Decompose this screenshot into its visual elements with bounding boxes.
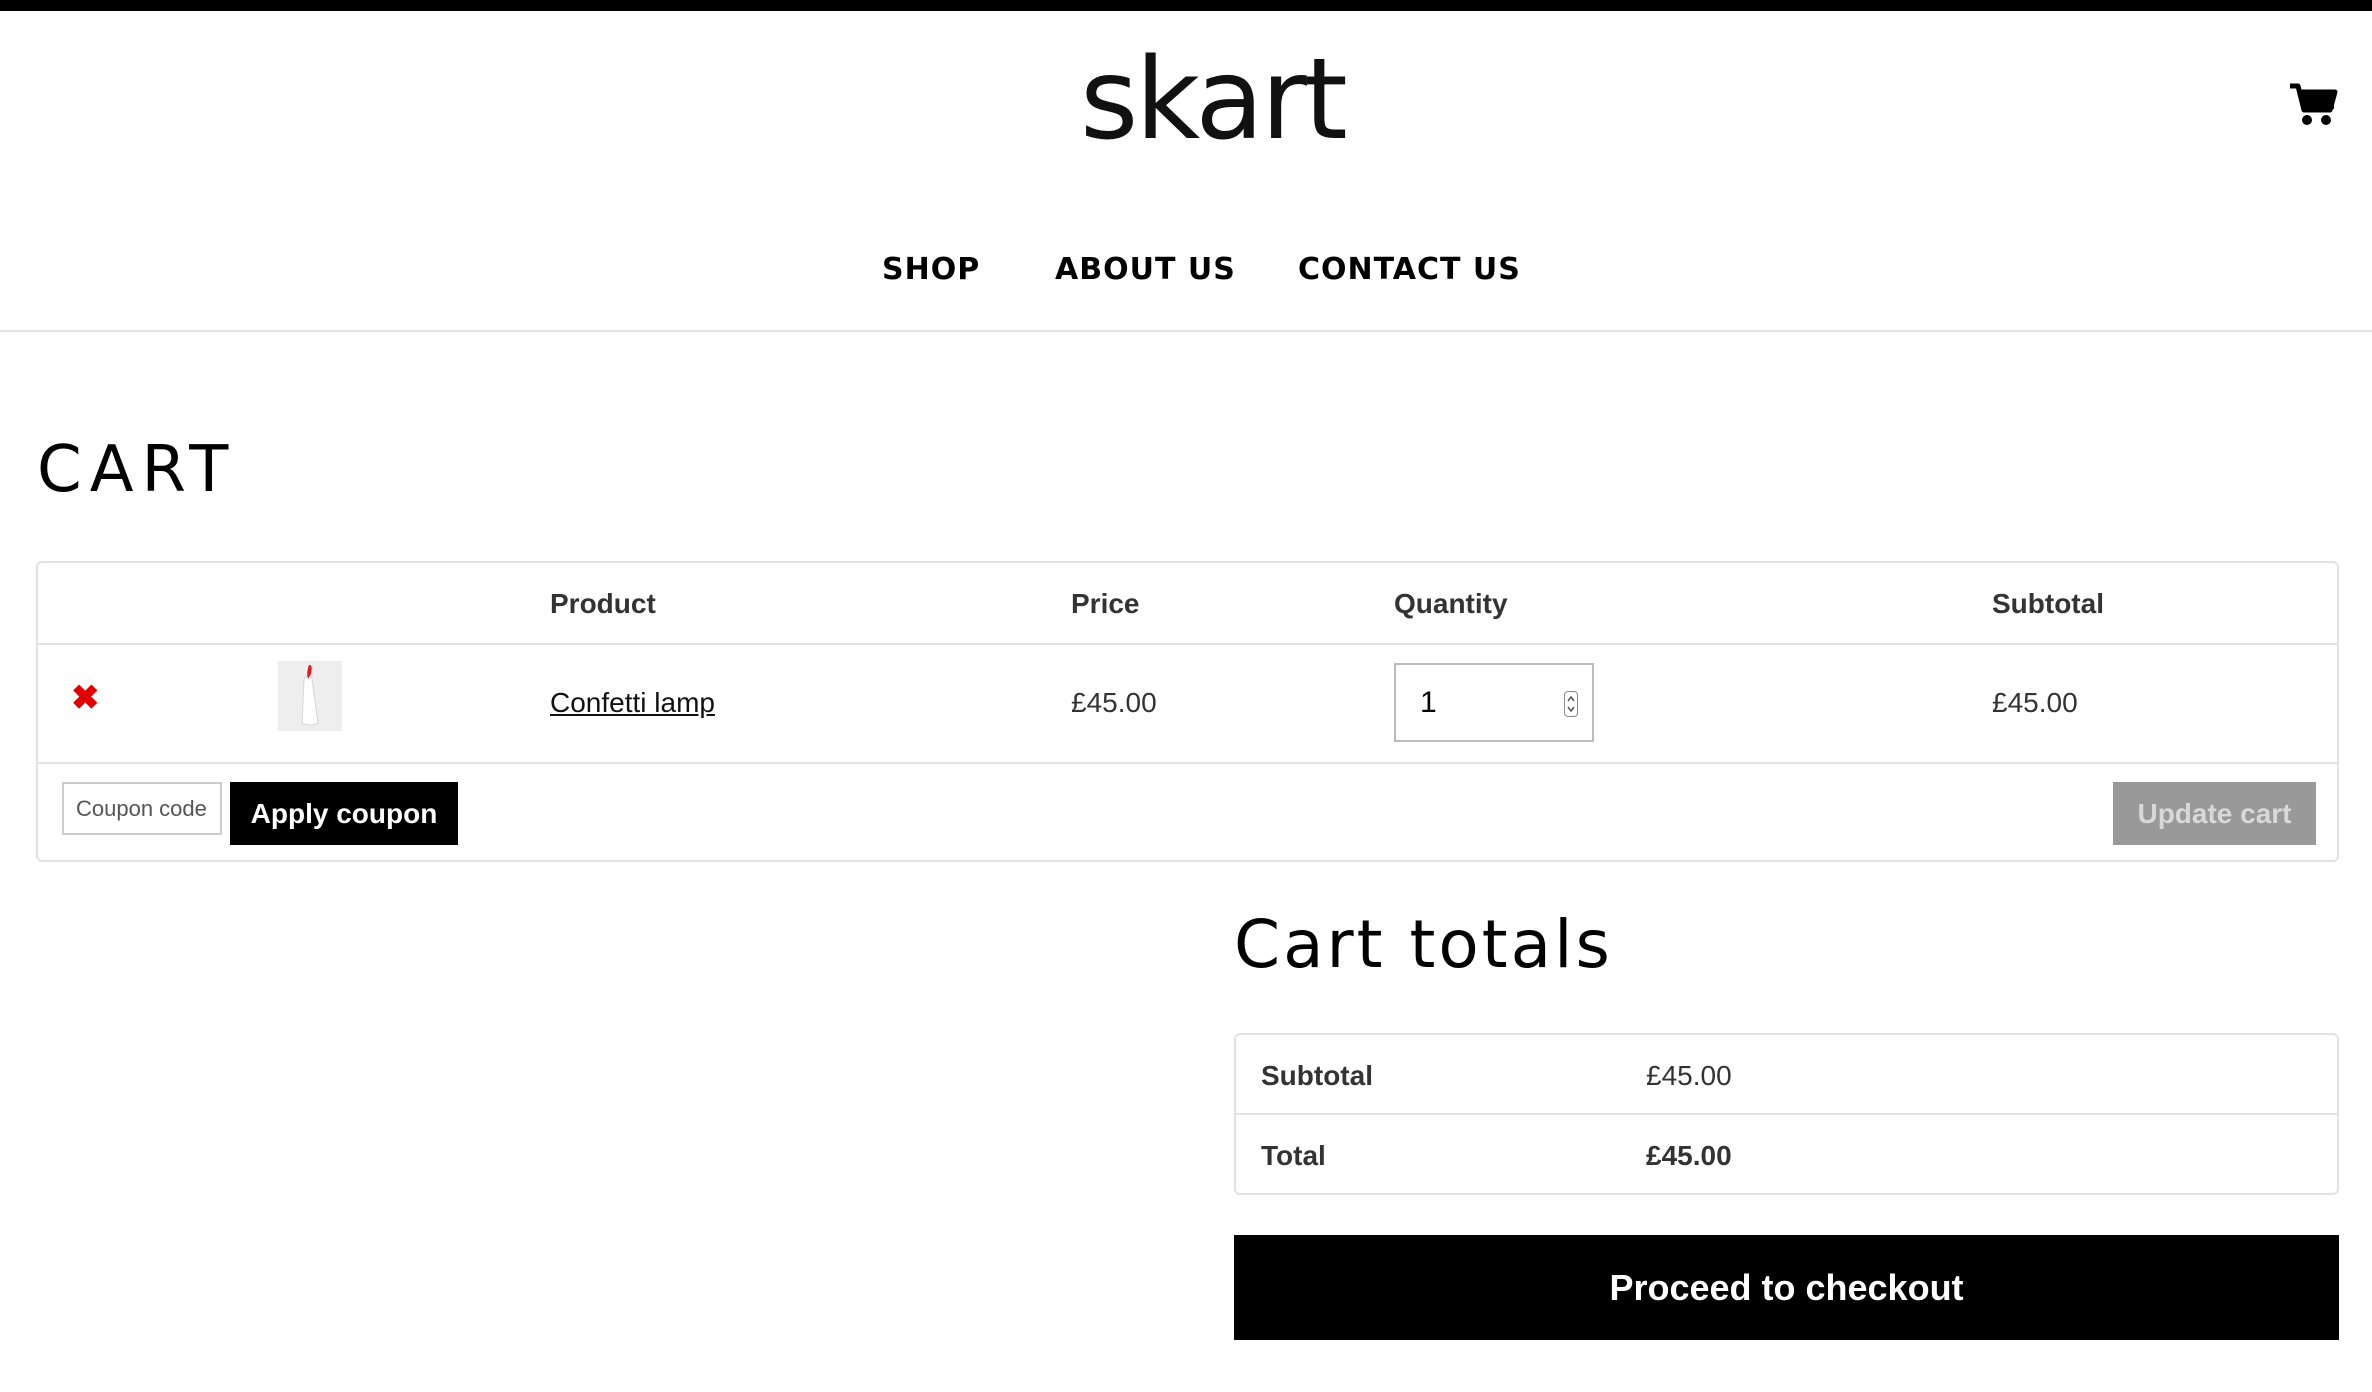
totals-total-value: £45.00 — [1646, 1140, 1732, 1171]
nav-item-shop[interactable]: SHOP — [882, 245, 980, 295]
apply-coupon-button[interactable]: Apply coupon — [230, 782, 458, 845]
row-divider — [1236, 1113, 2337, 1115]
product-link[interactable]: Confetti lamp — [550, 686, 715, 720]
coupon-code-input[interactable] — [62, 782, 222, 835]
cart-table: Product Price Quantity Subtotal ✖ Confet… — [36, 561, 2339, 862]
remove-item-icon[interactable]: ✖ — [71, 681, 100, 715]
proceed-to-checkout-button[interactable]: Proceed to checkout — [1234, 1235, 2339, 1340]
totals-subtotal-label: Subtotal — [1261, 1060, 1373, 1091]
product-thumbnail[interactable] — [278, 661, 342, 731]
cart-totals-table: Subtotal £45.00 Total £45.00 — [1234, 1033, 2339, 1195]
row-divider — [38, 762, 2337, 764]
column-header-price: Price — [1071, 588, 1140, 619]
product-subtotal: £45.00 — [1992, 687, 2078, 718]
update-cart-button[interactable]: Update cart — [2113, 782, 2316, 845]
column-header-quantity: Quantity — [1394, 588, 1508, 619]
column-header-subtotal: Subtotal — [1992, 588, 2104, 619]
nav-item-contact-us[interactable]: CONTACT US — [1298, 245, 1521, 295]
header-divider — [0, 330, 2372, 332]
main-nav: SHOP ABOUT US CONTACT US — [0, 245, 2372, 295]
top-bar — [0, 0, 2372, 11]
quantity-spinner-icon[interactable] — [1564, 691, 1578, 717]
row-divider — [38, 643, 2337, 645]
column-header-product: Product — [550, 588, 656, 619]
quantity-stepper[interactable] — [1394, 663, 1594, 742]
totals-total-label: Total — [1261, 1140, 1326, 1171]
shopping-cart-icon[interactable] — [2288, 82, 2338, 127]
totals-subtotal-value: £45.00 — [1646, 1060, 1732, 1091]
nav-item-about-us[interactable]: ABOUT US — [1055, 245, 1236, 295]
cart-totals-title: Cart totals — [1234, 906, 1613, 983]
quantity-input[interactable] — [1420, 683, 1540, 723]
page-title: CART — [37, 433, 237, 507]
site-logo[interactable]: skart — [1080, 40, 1348, 160]
product-price: £45.00 — [1071, 687, 1157, 718]
